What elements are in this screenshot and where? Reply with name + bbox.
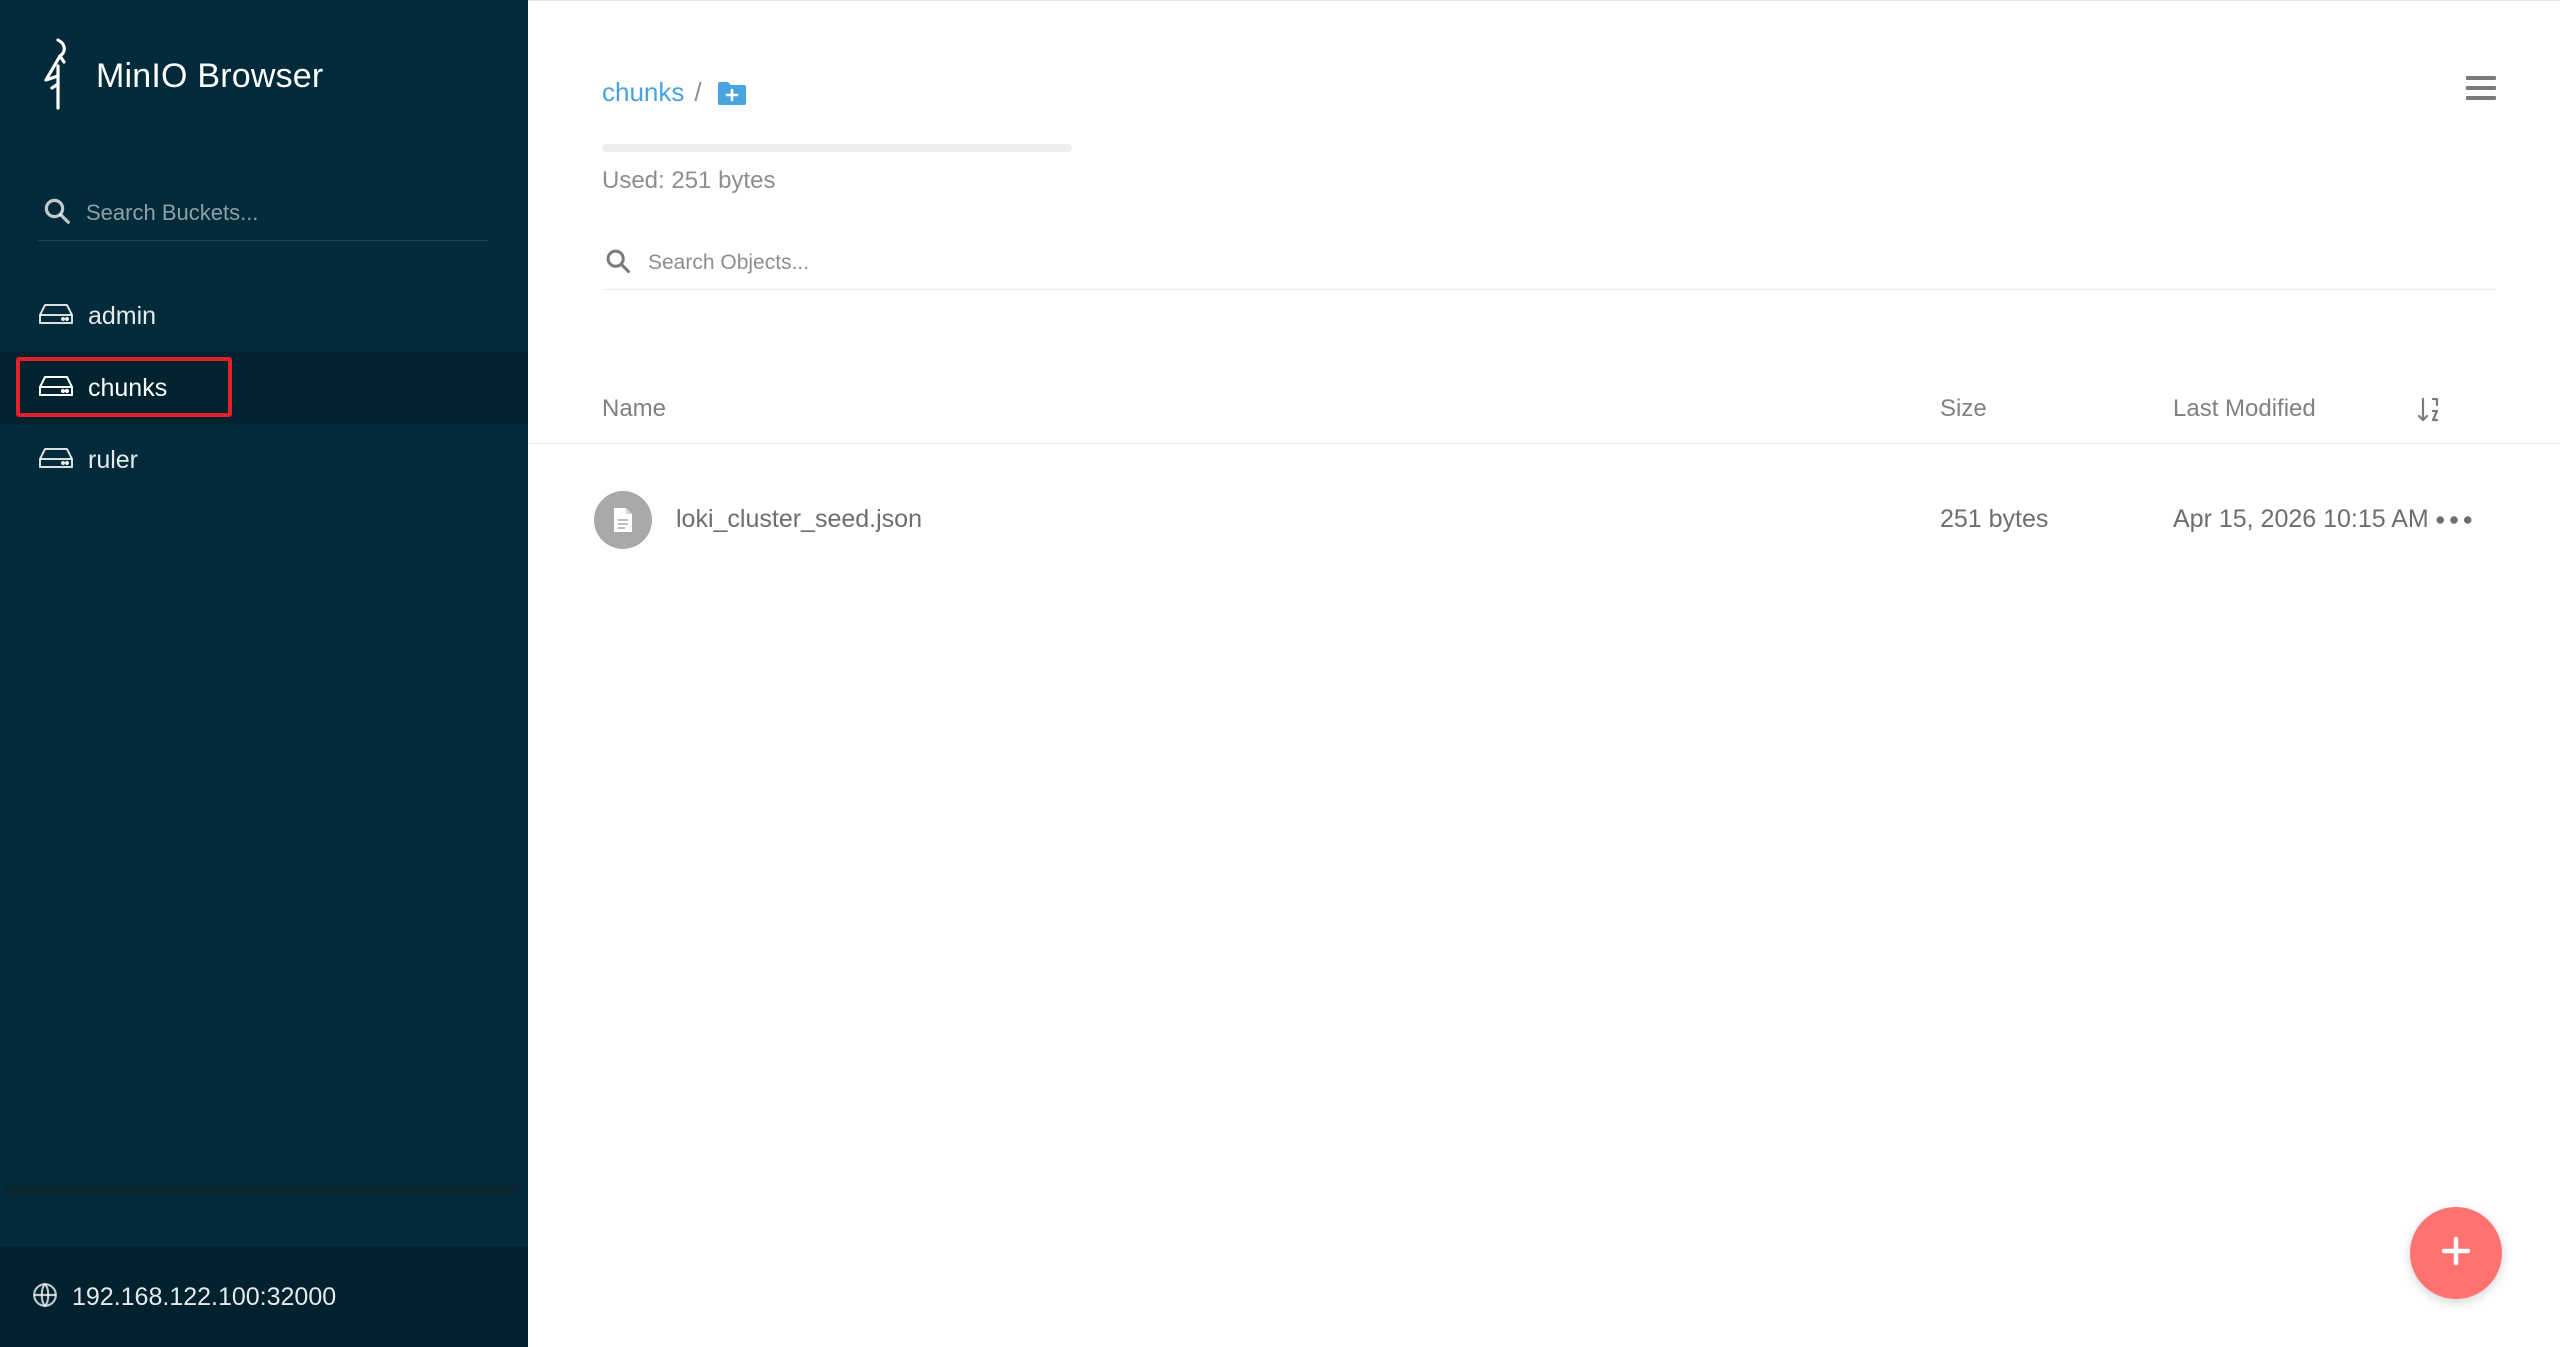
folder-plus-icon[interactable] [712,79,748,107]
search-icon [38,196,72,231]
bucket-label: admin [88,301,157,330]
host-address: 192.168.122.100:32000 [72,1282,337,1311]
globe-icon [0,1282,58,1313]
object-search-input[interactable] [646,250,2150,276]
breadcrumb-separator: / [694,77,702,107]
bucket-search [38,186,488,241]
plus-icon [2440,1235,2472,1272]
search-icon [602,247,632,280]
add-button[interactable] [2410,1207,2502,1299]
minio-bird-icon [36,38,80,115]
usage-progress-bar [602,144,1072,152]
hard-drive-icon [0,302,74,331]
bucket-item-admin[interactable]: admin [0,280,528,352]
bucket-label: chunks [88,373,168,402]
host-bar: 192.168.122.100:32000 [0,1247,528,1347]
column-header-name[interactable]: Name [602,395,666,423]
bucket-item-chunks[interactable]: chunks [0,352,528,424]
hard-drive-icon [0,446,74,475]
file-last-modified: Apr 15, 2026 10:15 AM [2173,505,2429,533]
app-title: MinIO Browser [96,57,324,95]
app-logo[interactable]: MinIO Browser [36,38,323,115]
file-name[interactable]: loki_cluster_seed.json [676,505,922,534]
table-header: Name Size Last Modified [528,381,2560,444]
table-row[interactable]: loki_cluster_seed.json 251 bytes Apr 15,… [528,475,2560,567]
file-size: 251 bytes [1940,505,2049,533]
hard-drive-icon [0,374,74,403]
breadcrumb-bucket[interactable]: chunks [602,77,684,108]
breadcrumb: chunks / [602,77,748,108]
object-search [602,237,2496,290]
bucket-list: admin chunks ruler [0,280,528,496]
usage-text: Used: 251 bytes [602,167,776,194]
hamburger-menu-icon[interactable] [2464,71,2498,105]
sidebar-scrollbar[interactable] [4,1186,518,1194]
sort-icon[interactable] [2416,395,2442,425]
more-horizontal-icon[interactable] [2434,503,2474,537]
file-icon [594,491,652,549]
column-header-last-modified[interactable]: Last Modified [2173,395,2316,423]
sidebar: MinIO Browser admin [0,0,528,1347]
column-header-size[interactable]: Size [1940,395,1987,423]
bucket-search-input[interactable] [84,199,468,227]
bucket-label: ruler [88,445,139,474]
main-content: chunks / Used: 251 bytes Name Siz [528,0,2560,1347]
bucket-item-ruler[interactable]: ruler [0,424,528,496]
